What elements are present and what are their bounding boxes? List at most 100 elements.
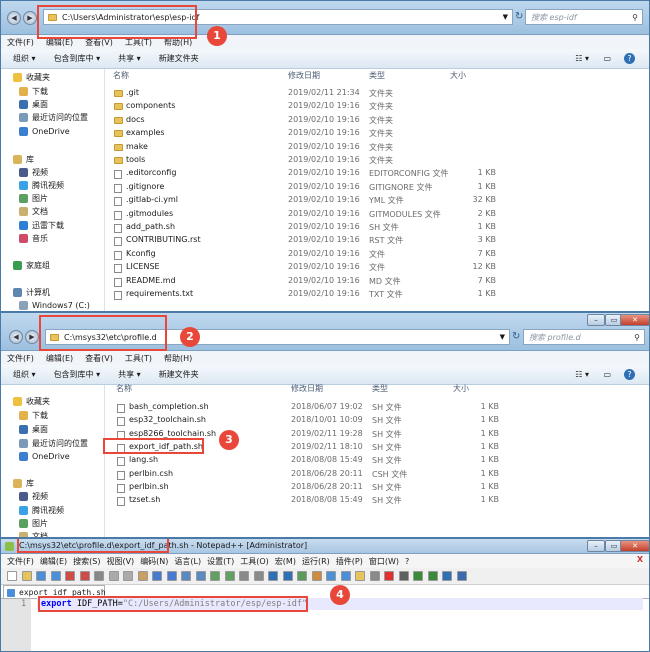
nav-item[interactable]: 最近访问的位置: [19, 437, 88, 450]
refresh-icon[interactable]: ↻: [515, 11, 523, 22]
nav-item[interactable]: 迅雷下载: [19, 219, 64, 232]
file-row[interactable]: perlbin.sh 2018/06/28 20:11 SH 文件 1 KB: [117, 482, 637, 495]
column-size[interactable]: 大小: [450, 70, 466, 81]
npp-menu-item[interactable]: 运行(R): [302, 556, 330, 567]
file-row[interactable]: CONTRIBUTING.rst 2019/02/10 19:16 RST 文件 3 …: [114, 235, 634, 248]
record-macro-icon[interactable]: [384, 571, 394, 581]
chevron-down-icon[interactable]: ▼: [500, 333, 505, 341]
nav-item[interactable]: 图片: [19, 517, 48, 530]
file-row[interactable]: README.md 2019/02/10 19:16 MD 文件 7 KB: [114, 276, 634, 289]
column-date[interactable]: 修改日期: [291, 383, 323, 394]
npp-menu-item[interactable]: 宏(M): [275, 556, 296, 567]
save-icon[interactable]: [36, 571, 46, 581]
cut-icon[interactable]: [108, 571, 119, 581]
menu-view[interactable]: 查看(V): [85, 353, 113, 364]
minimize-button[interactable]: –: [587, 540, 605, 552]
close-document-button[interactable]: X: [637, 555, 643, 564]
file-row[interactable]: .gitlab-ci.yml 2019/02/10 19:16 YML 文件 32 K…: [114, 195, 634, 208]
menu-file[interactable]: 文件(F): [7, 37, 34, 48]
npp-menu-item[interactable]: 视图(V): [106, 556, 134, 567]
nav-item[interactable]: 收藏夹: [13, 71, 50, 84]
file-row[interactable]: add_path.sh 2019/02/10 19:16 SH 文件 1 KB: [114, 222, 634, 235]
preview-pane-icon[interactable]: ▭: [603, 370, 611, 379]
nav-item[interactable]: 库: [13, 153, 34, 166]
close-button[interactable]: ✕: [620, 314, 649, 326]
npp-menu-item[interactable]: ?: [405, 557, 409, 566]
forward-button[interactable]: ▶: [25, 330, 39, 344]
nav-item[interactable]: OneDrive: [19, 450, 70, 463]
nav-item[interactable]: 腾讯视频: [19, 179, 64, 192]
save-all-icon[interactable]: [50, 571, 61, 581]
npp-menu-item[interactable]: 搜索(S): [73, 556, 100, 567]
nav-item[interactable]: 桌面: [19, 98, 48, 111]
file-row[interactable]: tzset.sh 2018/08/08 15:49 SH 文件 1 KB: [117, 495, 637, 508]
share-button[interactable]: 共享 ▾: [118, 53, 141, 64]
close-all-icon[interactable]: [79, 571, 90, 581]
npp-menu-item[interactable]: 编辑(E): [40, 556, 67, 567]
replace-icon[interactable]: [195, 571, 206, 581]
forward-button[interactable]: ▶: [23, 11, 37, 25]
nav-item[interactable]: 视频: [19, 166, 48, 179]
nav-item[interactable]: 计算机: [13, 286, 50, 299]
file-row[interactable]: .git 2019/02/11 21:34 文件夹: [114, 88, 634, 101]
column-size[interactable]: 大小: [453, 383, 469, 394]
column-name[interactable]: 名称: [113, 70, 129, 81]
monitor-icon[interactable]: [369, 571, 380, 581]
redo-icon[interactable]: [166, 571, 177, 581]
nav-item[interactable]: 腾讯视频: [19, 504, 64, 517]
user-lang-icon[interactable]: [311, 571, 322, 581]
file-row[interactable]: LICENSE 2019/02/10 19:16 文件 12 KB: [114, 262, 634, 275]
nav-item[interactable]: 文档: [19, 530, 48, 537]
file-row[interactable]: .gitignore 2019/02/10 19:16 GITIGNORE 文件 1 …: [114, 182, 634, 195]
npp-menu-item[interactable]: 窗口(W): [369, 556, 399, 567]
include-in-library-button[interactable]: 包含到库中 ▾: [54, 53, 101, 64]
undo-icon[interactable]: [152, 571, 162, 581]
menu-help[interactable]: 帮助(H): [164, 353, 192, 364]
file-row[interactable]: perlbin.csh 2018/06/28 20:11 CSH 文件 1 KB: [117, 469, 637, 482]
nav-item[interactable]: OneDrive: [19, 125, 70, 138]
file-row[interactable]: .editorconfig 2019/02/10 19:16 EDITORCONFI…: [114, 168, 634, 181]
function-list-icon[interactable]: [340, 571, 351, 581]
zoom-in-icon[interactable]: [210, 571, 220, 581]
sync-h-icon[interactable]: [253, 571, 264, 581]
search-input[interactable]: 搜索 profile.d ⚲: [523, 329, 645, 345]
nav-item[interactable]: 图片: [19, 192, 48, 205]
show-all-icon[interactable]: [282, 571, 293, 581]
npp-menu-item[interactable]: 编码(N): [140, 556, 168, 567]
refresh-icon[interactable]: ↻: [512, 331, 520, 342]
column-type[interactable]: 类型: [369, 70, 385, 81]
view-options-icon[interactable]: ☷ ▾: [575, 370, 589, 379]
menu-tools[interactable]: 工具(T): [125, 353, 152, 364]
new-file-icon[interactable]: [7, 571, 17, 581]
nav-item[interactable]: 视频: [19, 490, 48, 503]
view-options-icon[interactable]: ☷ ▾: [575, 54, 589, 63]
word-wrap-icon[interactable]: [268, 571, 278, 581]
folder-workspace-icon[interactable]: [355, 571, 365, 581]
nav-item[interactable]: 库: [13, 477, 34, 490]
file-row[interactable]: .gitmodules 2019/02/10 19:16 GITMODULES 文件…: [114, 209, 634, 222]
file-row[interactable]: examples 2019/02/10 19:16 文件夹: [114, 128, 634, 141]
include-in-library-button[interactable]: 包含到库中 ▾: [54, 369, 101, 380]
search-input[interactable]: 搜索 esp-idf ⚲: [525, 9, 643, 25]
column-name[interactable]: 名称: [116, 383, 132, 394]
save-macro-icon[interactable]: [442, 571, 452, 581]
sync-v-icon[interactable]: [239, 571, 249, 581]
close-button[interactable]: ✕: [620, 540, 649, 552]
help-icon[interactable]: ?: [624, 369, 635, 380]
nav-item[interactable]: 收藏夹: [13, 395, 50, 408]
zoom-out-icon[interactable]: [224, 571, 235, 581]
chevron-down-icon[interactable]: ▼: [503, 13, 508, 21]
nav-item[interactable]: 下载: [19, 409, 48, 422]
spellcheck-icon[interactable]: [456, 571, 467, 581]
file-row[interactable]: requirements.txt 2019/02/10 19:16 TXT 文件 1 …: [114, 289, 634, 302]
npp-menu-item[interactable]: 语言(L): [174, 556, 201, 567]
menu-file[interactable]: 文件(F): [7, 353, 34, 364]
new-folder-button[interactable]: 新建文件夹: [159, 53, 199, 64]
new-folder-button[interactable]: 新建文件夹: [159, 369, 199, 380]
preview-pane-icon[interactable]: ▭: [603, 54, 611, 63]
organize-button[interactable]: 组织 ▾: [13, 369, 36, 380]
npp-menu-item[interactable]: 插件(P): [336, 556, 363, 567]
back-button[interactable]: ◀: [7, 11, 21, 25]
minimize-button[interactable]: –: [587, 314, 605, 326]
column-date[interactable]: 修改日期: [288, 70, 320, 81]
